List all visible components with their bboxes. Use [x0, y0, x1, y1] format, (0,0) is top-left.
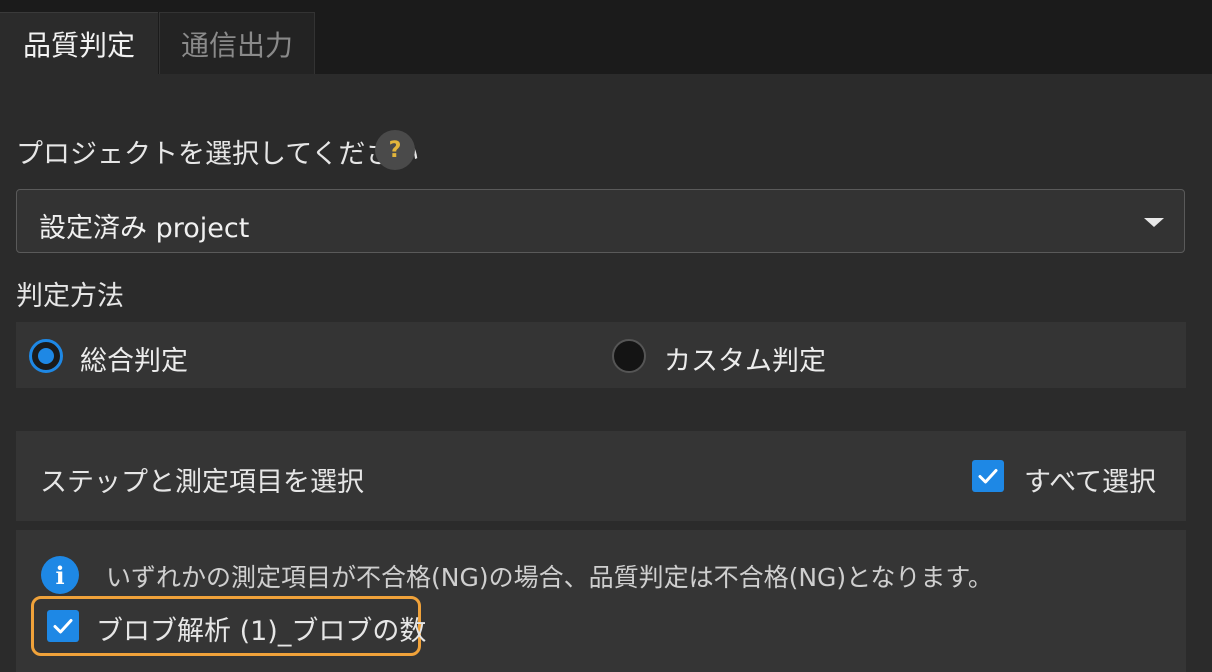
project-dropdown[interactable]: 設定済み project: [16, 189, 1185, 253]
method-radio-group: 総合判定 カスタム判定: [16, 322, 1186, 388]
radio-overall-judgment[interactable]: [29, 339, 63, 373]
step-item-label[interactable]: ブロブ解析 (1)_ブロブの数: [96, 609, 426, 648]
radio-overall-judgment-label[interactable]: 総合判定: [80, 339, 188, 378]
project-select-label: プロジェクトを選択してください: [16, 139, 420, 170]
select-all-label[interactable]: すべて選択: [1024, 460, 1156, 499]
method-label: 判定方法: [16, 281, 124, 312]
info-icon: i: [41, 556, 79, 594]
tab-quality-judgment[interactable]: 品質判定: [0, 12, 158, 74]
chevron-down-icon: [1144, 218, 1164, 227]
tab-bar: 品質判定 通信出力: [0, 0, 1212, 74]
project-dropdown-value: 設定済み project: [39, 213, 250, 244]
quality-judgment-panel: 品質判定 通信出力 プロジェクトを選択してください ? 設定済み project…: [0, 0, 1212, 672]
select-all-checkbox[interactable]: [972, 460, 1004, 492]
radio-custom-judgment[interactable]: [612, 339, 646, 373]
steps-list: i いずれかの測定項目が不合格(NG)の場合、品質判定は不合格(NG)となります…: [16, 530, 1186, 672]
radio-custom-judgment-label[interactable]: カスタム判定: [664, 339, 826, 378]
info-message: いずれかの測定項目が不合格(NG)の場合、品質判定は不合格(NG)となります。: [106, 563, 993, 592]
check-icon: [978, 469, 998, 484]
steps-header: ステップと測定項目を選択 すべて選択: [16, 431, 1186, 521]
steps-title: ステップと測定項目を選択: [40, 467, 364, 498]
step-item-checkbox[interactable]: [47, 610, 79, 642]
tab-communication-output[interactable]: 通信出力: [159, 12, 315, 74]
help-icon[interactable]: ?: [375, 130, 415, 170]
check-icon: [53, 619, 73, 634]
